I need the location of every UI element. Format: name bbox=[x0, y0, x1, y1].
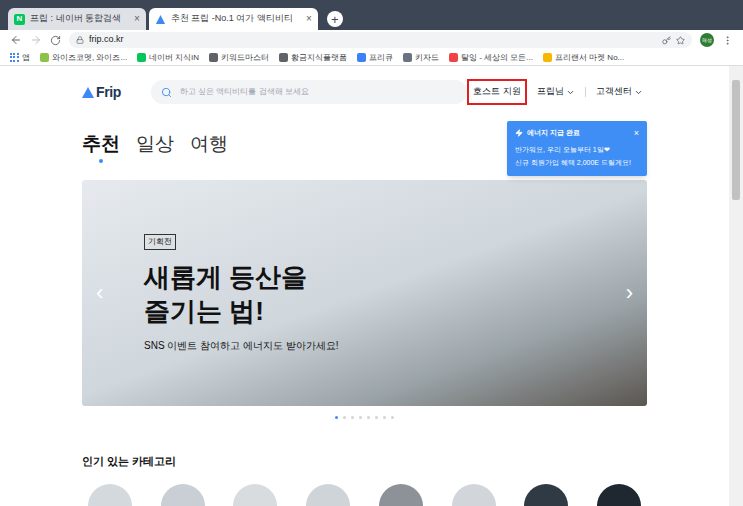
menu-icon[interactable] bbox=[722, 35, 733, 46]
category-circle[interactable] bbox=[452, 484, 496, 506]
page: Frip 하고 싶은 액티비티를 검색해 보세요호스트 지원 프립님 고객센터추천 일상… bbox=[0, 66, 729, 506]
frip-favicon-icon bbox=[155, 14, 166, 25]
banner-next-button[interactable]: › bbox=[626, 282, 633, 304]
banner-title: 새롭게 등산을 bbox=[144, 260, 307, 294]
bookmark-item[interactable]: 프리랜서 마켓 No... bbox=[543, 52, 624, 64]
nav-item[interactable]: 고객센터 bbox=[592, 81, 647, 103]
toast-line: 반가워요, 우리 오늘부터 1일❤ bbox=[515, 145, 639, 156]
bookmark-item[interactable]: 키자드 bbox=[403, 52, 439, 64]
address-bar[interactable]: frip.co.kr bbox=[69, 32, 692, 48]
banner-prev-button[interactable]: ‹ bbox=[96, 282, 103, 304]
category-circle[interactable] bbox=[88, 484, 132, 506]
url-text: frip.co.kr bbox=[89, 33, 657, 47]
carousel-dot[interactable] bbox=[391, 416, 394, 419]
category-circle[interactable] bbox=[597, 484, 641, 506]
search-icon bbox=[161, 87, 172, 98]
banner-subtitle: SNS 이벤트 참여하고 에너지도 받아가세요! bbox=[144, 338, 338, 353]
chevron-down-icon bbox=[634, 88, 643, 97]
category-circle[interactable] bbox=[161, 484, 205, 506]
selected-dot bbox=[99, 159, 103, 163]
banner[interactable]: 기획전새롭게 등산을즐기는 법! SNS 이벤트 참여하고 에너지도 받아가세요!… bbox=[82, 180, 647, 406]
bookmark-item[interactable]: 키워드마스터 bbox=[209, 52, 269, 64]
bookmark-item[interactable]: 탈잉 - 세상의 모든... bbox=[449, 52, 533, 64]
forward-icon[interactable] bbox=[30, 34, 42, 46]
tab-title: 추천 프립 -No.1 여가 액티비티 bbox=[171, 12, 301, 26]
site-favicon-icon bbox=[543, 53, 552, 62]
browser-window: N 프립 : 네이버 통합검색 × 추천 프립 -No.1 여가 액티비티 × + frip… bbox=[0, 0, 743, 506]
search-field[interactable]: 하고 싶은 액티비티를 검색해 보세요 bbox=[151, 80, 467, 104]
toast: 에너지 지급 완료 × 반가워요, 우리 오늘부터 1일❤ 신규 회원가입 혜택 2,… bbox=[507, 121, 647, 176]
toolbar: frip.co.kr 해성 bbox=[0, 30, 743, 50]
category-circle[interactable] bbox=[233, 484, 277, 506]
nav-item[interactable]: 호스트 지원 bbox=[467, 79, 527, 105]
header-nav: 호스트 지원 프립님 고객센터 bbox=[467, 79, 647, 105]
nav-item[interactable]: 프립님 bbox=[533, 81, 579, 103]
site-header: Frip 하고 싶은 액티비티를 검색해 보세요호스트 지원 프립님 고객센터 bbox=[82, 66, 647, 118]
frip-logo-icon bbox=[82, 87, 94, 98]
profile-avatar[interactable]: 해성 bbox=[700, 33, 714, 47]
carousel-dot[interactable] bbox=[351, 416, 354, 419]
content-column: Frip 하고 싶은 액티비티를 검색해 보세요호스트 지원 프립님 고객센터추천 일상… bbox=[82, 66, 647, 506]
naver-favicon-icon: N bbox=[14, 14, 25, 25]
reload-icon[interactable] bbox=[50, 35, 61, 46]
bookmark-item[interactable]: 프리큐 bbox=[357, 52, 393, 64]
star-icon[interactable] bbox=[676, 36, 685, 45]
carousel-dot[interactable] bbox=[335, 416, 338, 419]
page-viewport: Frip 하고 싶은 액티비티를 검색해 보세요호스트 지원 프립님 고객센터추천 일상… bbox=[0, 66, 743, 506]
tab-close-button[interactable]: × bbox=[134, 14, 140, 24]
carousel-dot[interactable] bbox=[367, 416, 370, 419]
toast-title: 에너지 지급 완료 bbox=[527, 128, 630, 139]
category-circle[interactable] bbox=[524, 484, 568, 506]
category-tab[interactable]: 여행 bbox=[190, 132, 228, 156]
site-favicon-icon bbox=[403, 53, 412, 62]
carousel-dots bbox=[82, 416, 647, 419]
nav-divider bbox=[585, 87, 586, 97]
carousel-dot[interactable] bbox=[359, 416, 362, 419]
bookmarks-bar: 앱 와이즈코멧, 와이즈... 네이버 지식iN 키워드마스터 황금지식플랫폼 프리큐 키자… bbox=[0, 50, 743, 66]
tab-strip: N 프립 : 네이버 통합검색 × 추천 프립 -No.1 여가 액티비티 × + bbox=[0, 0, 743, 30]
chevron-down-icon bbox=[566, 88, 575, 97]
category-tab[interactable]: 추천 bbox=[82, 132, 120, 163]
back-icon[interactable] bbox=[10, 34, 22, 46]
toast-line: 신규 회원가입 혜택 2,000E 드릴게요! bbox=[515, 158, 639, 169]
scrollbar bbox=[729, 66, 743, 506]
category-circle[interactable] bbox=[306, 484, 350, 506]
bookmark-item[interactable]: 네이버 지식iN bbox=[137, 52, 199, 64]
site-favicon-icon bbox=[40, 53, 49, 62]
scrollbar-thumb[interactable] bbox=[732, 80, 740, 200]
key-icon[interactable] bbox=[662, 36, 671, 45]
lock-icon bbox=[76, 36, 84, 44]
category-tab[interactable]: 일상 bbox=[136, 132, 174, 156]
frip-logo[interactable]: Frip bbox=[82, 82, 121, 103]
tab-close-button[interactable]: × bbox=[306, 14, 312, 24]
browser-tab[interactable]: 추천 프립 -No.1 여가 액티비티 × bbox=[149, 8, 318, 30]
browser-tab[interactable]: N 프립 : 네이버 통합검색 × bbox=[8, 8, 146, 30]
site-favicon-icon bbox=[279, 53, 288, 62]
toast-close-button[interactable]: × bbox=[634, 129, 639, 138]
site-favicon-icon bbox=[209, 53, 218, 62]
tab-title: 프립 : 네이버 통합검색 bbox=[30, 12, 129, 26]
carousel-dot[interactable] bbox=[343, 416, 346, 419]
bookmark-item[interactable]: 황금지식플랫폼 bbox=[279, 52, 347, 64]
lightning-icon bbox=[515, 129, 523, 137]
carousel-dot[interactable] bbox=[383, 416, 386, 419]
bookmark-item[interactable]: 앱 bbox=[10, 52, 30, 64]
bookmark-item[interactable]: 와이즈코멧, 와이즈... bbox=[40, 52, 127, 64]
banner-title: 즐기는 법! bbox=[144, 294, 307, 328]
category-list bbox=[82, 484, 647, 506]
site-favicon-icon bbox=[449, 53, 458, 62]
category-circle[interactable] bbox=[379, 484, 423, 506]
apps-grid-icon bbox=[10, 53, 19, 62]
site-favicon-icon bbox=[357, 53, 366, 62]
new-tab-button[interactable]: + bbox=[327, 11, 343, 27]
site-favicon-icon bbox=[137, 53, 146, 62]
banner-tag: 기획전 bbox=[144, 234, 176, 250]
carousel-dot[interactable] bbox=[375, 416, 378, 419]
section-title: 인기 있는 카테고리 bbox=[82, 453, 647, 470]
